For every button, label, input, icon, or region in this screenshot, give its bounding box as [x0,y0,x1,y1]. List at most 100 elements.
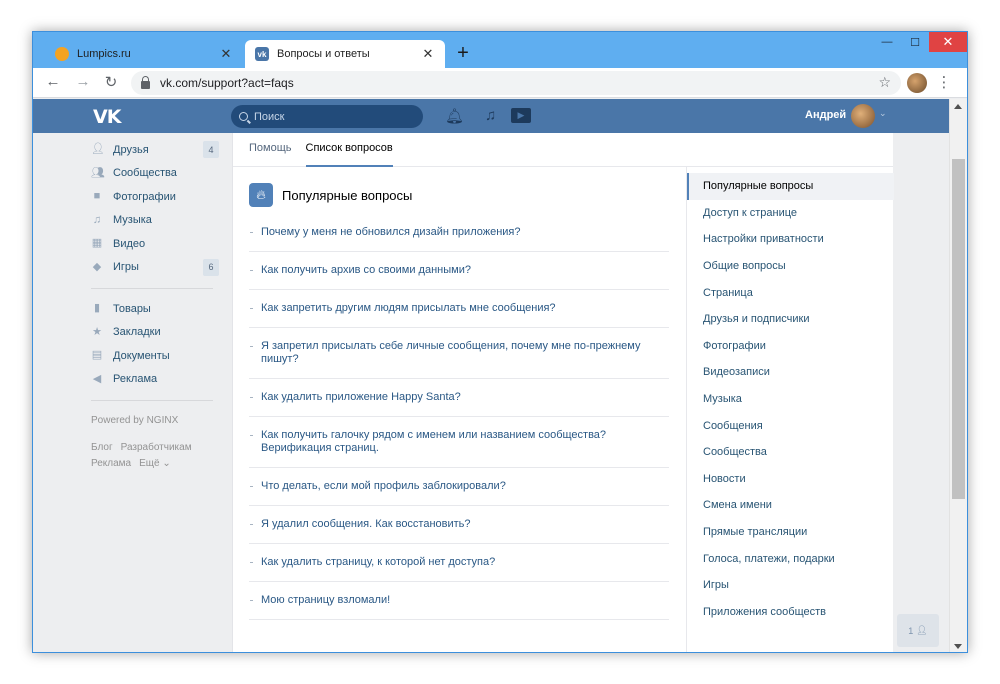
category-item[interactable]: Новости [687,466,894,493]
category-list: Популярные вопросы Доступ к странице Нас… [686,167,894,652]
fire-icon: 🔥︎ [249,183,273,207]
sidebar-item-label: Друзья [113,143,149,156]
gamepad-icon: ◆ [92,260,102,273]
chat-count: 1 [908,625,914,636]
music-icon[interactable]: ♫ [485,107,496,124]
search-icon [239,112,248,121]
maximize-button[interactable]: ☐ [901,32,929,52]
video-play-icon[interactable]: ▶ [511,108,531,123]
faq-item[interactable]: Что делать, если мой профиль заблокирова… [249,468,669,506]
category-item[interactable]: Приложения сообществ [687,599,894,626]
bell-icon[interactable]: 🔔︎ [445,107,464,125]
sidebar-item-label: Закладки [113,326,161,339]
sidebar-item-label: Сообщества [113,167,177,180]
browser-window: Lumpics.ru ✕ vk Вопросы и ответы ✕ + — ☐… [32,31,968,653]
sidebar-item-goods[interactable]: ▮ Товары [91,297,219,321]
category-item[interactable]: Голоса, платежи, подарки [687,545,894,572]
address-toolbar: ← → ↻ vk.com/support?act=faqs ☆ ⋮ [33,68,967,98]
profile-avatar[interactable] [907,73,927,93]
camera-icon: ■ [93,190,101,203]
tab-help[interactable]: Помощь [249,133,292,166]
vk-header: VK Поиск 🔔︎ ♫ ▶ Андрей ⌄ [33,99,949,133]
category-item[interactable]: Сообщества [687,439,894,466]
category-item[interactable]: Видеозаписи [687,359,894,386]
category-item[interactable]: Смена имени [687,492,894,519]
sidebar-item-photos[interactable]: ■ Фотографии [91,185,219,209]
sidebar-item-label: Игры [113,261,139,274]
category-item[interactable]: Прямые трансляции [687,519,894,546]
faq-item[interactable]: Я запретил присылать себе личные сообщен… [249,328,669,379]
faq-item[interactable]: Мою страницу взломали! [249,582,669,620]
category-item[interactable]: Друзья и подписчики [687,306,894,333]
tab-title: Lumpics.ru [77,48,131,60]
bag-icon: ▮ [93,302,101,315]
address-bar[interactable]: vk.com/support?act=faqs ☆ [131,71,901,95]
sidebar-item-communities[interactable]: 👥︎ Сообщества [91,162,219,186]
sidebar-item-documents[interactable]: ▤ Документы [91,344,219,368]
count-badge: 4 [203,141,219,158]
close-tab-icon[interactable]: ✕ [219,46,233,62]
search-input[interactable]: Поиск [231,105,423,128]
user-name[interactable]: Андрей [805,109,846,121]
scroll-thumb[interactable] [952,159,965,499]
scroll-down-icon[interactable] [954,644,962,649]
faq-item[interactable]: Как удалить приложение Happy Santa? [249,379,669,417]
sidebar-item-label: Товары [113,302,151,315]
bookmark-star-icon[interactable]: ☆ [878,74,891,91]
sidebar-item-ads[interactable]: ◀ Реклама [91,368,219,392]
category-item[interactable]: Фотографии [687,333,894,360]
category-item[interactable]: Сообщения [687,412,894,439]
url-text: vk.com/support?act=faqs [160,76,294,90]
forward-arrow-icon[interactable]: → [73,73,93,90]
sidebar-item-label: Фотографии [113,190,176,203]
footer-links: Блог Разработчикам Реклама Ещё ⌄ [91,440,219,472]
close-window-button[interactable]: ✕ [929,32,967,52]
back-arrow-icon[interactable]: ← [43,73,63,90]
category-item[interactable]: Настройки приватности [687,226,894,253]
faq-item[interactable]: Как удалить страницу, к которой нет дост… [249,544,669,582]
vertical-scrollbar[interactable] [949,99,967,652]
sidebar-item-games[interactable]: ◆ Игры 6 [91,256,219,280]
developers-link[interactable]: Разработчикам [121,442,192,453]
group-icon: 👥︎ [91,166,105,179]
faq-item[interactable]: Как запретить другим людям присылать мне… [249,290,669,328]
sidebar-item-music[interactable]: ♫ Музыка [91,209,219,233]
sidebar-item-label: Документы [113,349,170,362]
chevron-down-icon[interactable]: ⌄ [879,108,887,119]
faq-item[interactable]: Я удалил сообщения. Как восстановить? [249,506,669,544]
minimize-button[interactable]: — [873,32,901,52]
tab-vk-faq[interactable]: vk Вопросы и ответы ✕ [245,40,445,68]
category-popular[interactable]: Популярные вопросы [687,173,894,200]
person-icon: 👤︎ [91,143,105,156]
user-avatar[interactable] [851,104,875,128]
category-item[interactable]: Игры [687,572,894,599]
page-body: 👤︎ Друзья 4 👥︎ Сообщества ■ Фотографии ♫… [33,133,949,652]
support-content: Помощь Список вопросов 🔥︎ Популярные воп… [232,133,894,652]
faq-item[interactable]: Почему у меня не обновился дизайн прилож… [249,214,669,252]
search-placeholder: Поиск [254,110,285,123]
left-sidebar: 👤︎ Друзья 4 👥︎ Сообщества ■ Фотографии ♫… [91,133,219,472]
reload-icon[interactable]: ↻ [101,73,121,91]
faq-item[interactable]: Как получить галочку рядом с именем или … [249,417,669,468]
menu-kebab-icon[interactable]: ⋮ [936,73,952,91]
tab-lumpics[interactable]: Lumpics.ru ✕ [45,40,243,68]
more-link[interactable]: Ещё ⌄ [139,458,171,469]
category-item[interactable]: Музыка [687,386,894,413]
close-tab-icon[interactable]: ✕ [421,46,435,62]
sidebar-item-video[interactable]: ▦ Видео [91,232,219,256]
count-badge: 6 [203,258,219,276]
category-item[interactable]: Страница [687,279,894,306]
chat-button[interactable]: 1 👤︎ [897,614,939,647]
faq-item[interactable]: Как получить архив со своими данными? [249,252,669,290]
tab-questions-list[interactable]: Список вопросов [305,133,393,167]
sidebar-item-bookmarks[interactable]: ★ Закладки [91,321,219,345]
document-icon: ▤ [91,349,103,362]
category-item[interactable]: Общие вопросы [687,253,894,280]
ads-link[interactable]: Реклама [91,458,131,469]
new-tab-button[interactable]: + [453,42,473,65]
category-item[interactable]: Доступ к странице [687,200,894,227]
vk-logo[interactable]: VK [93,106,121,128]
sidebar-item-friends[interactable]: 👤︎ Друзья 4 [91,138,219,162]
blog-link[interactable]: Блог [91,442,113,453]
scroll-up-icon[interactable] [954,104,962,109]
